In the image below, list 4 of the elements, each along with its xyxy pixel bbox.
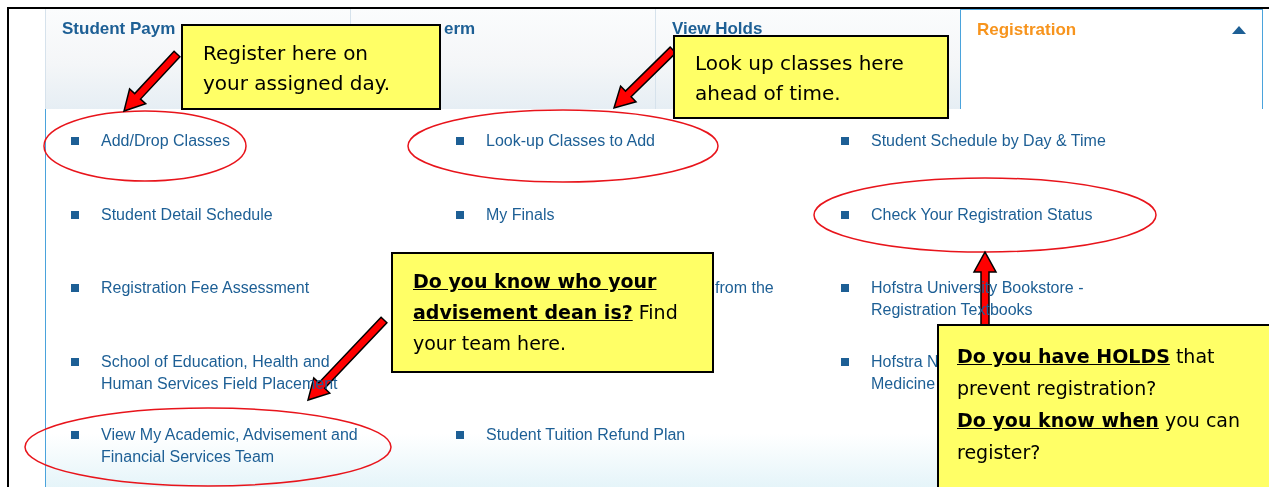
- callout-tooltip: Do you have HOLDS that prevent registration? Do you know when you can register?: [937, 324, 1269, 487]
- callout-tooltip: Look up classes here ahead of time.: [673, 35, 949, 119]
- callout-tooltip: Do you know who your advisement dean is? Find your team here.: [391, 252, 714, 373]
- callout-tooltip: Register here on your assigned day.: [181, 24, 441, 110]
